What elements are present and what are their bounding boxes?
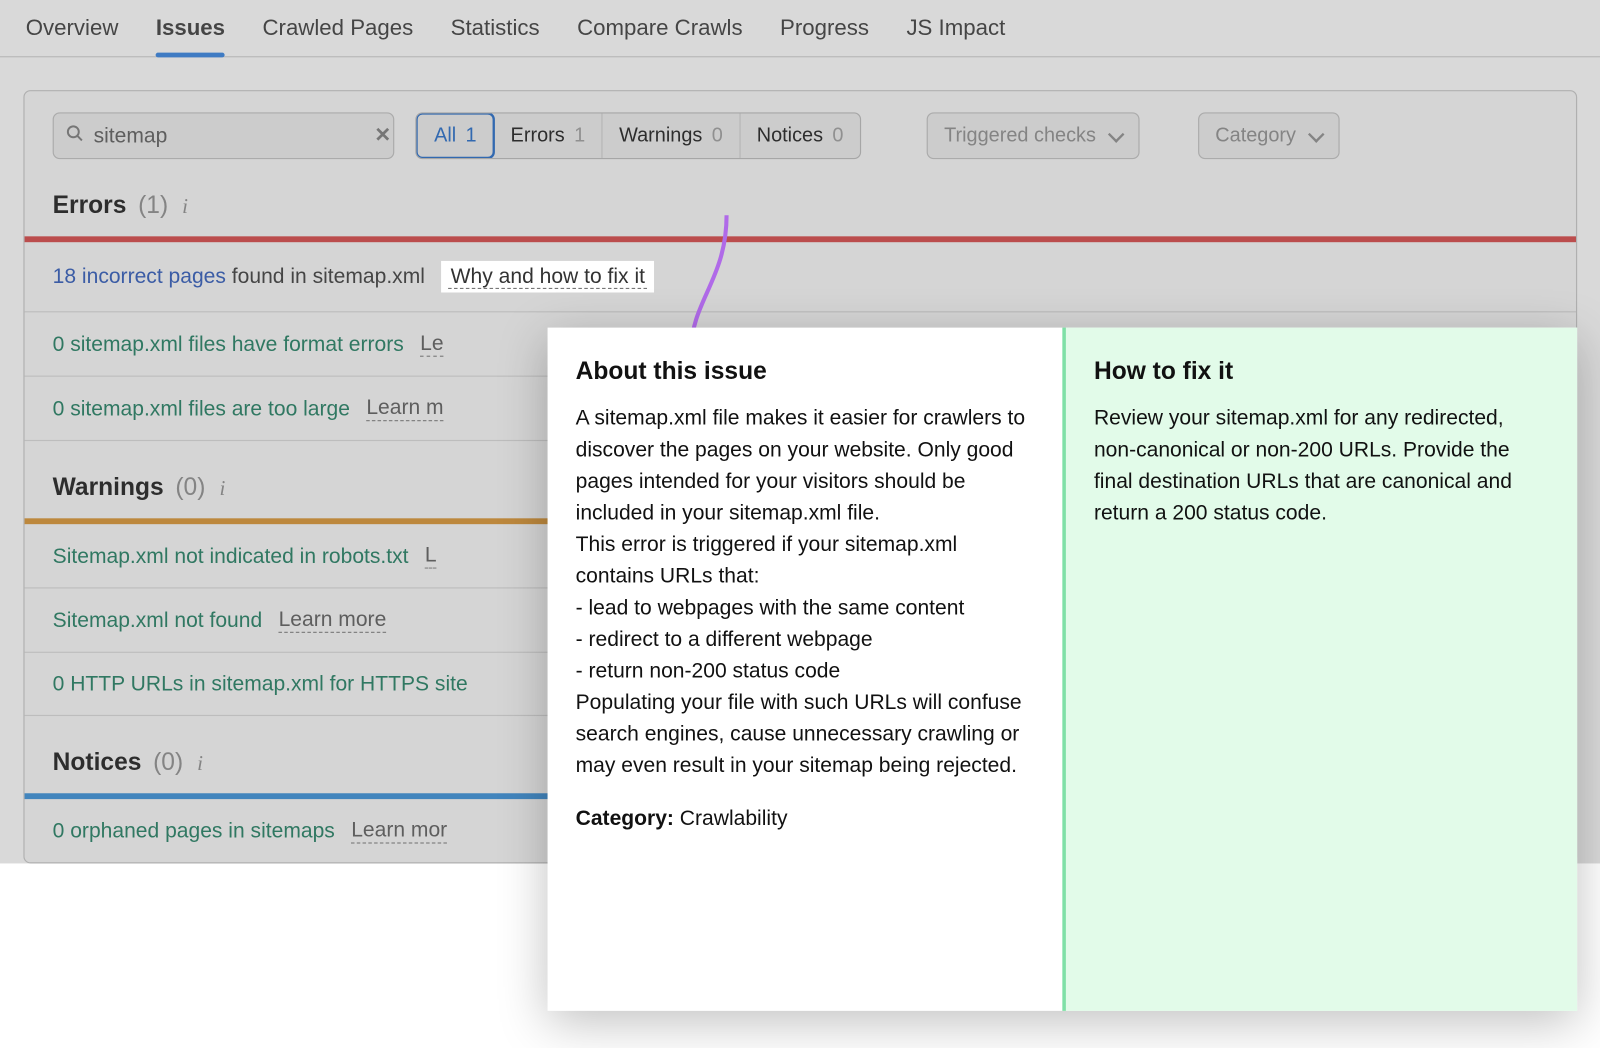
search-input[interactable]: [94, 123, 365, 148]
learn-more-link[interactable]: Learn mor: [351, 818, 447, 844]
tab-overview[interactable]: Overview: [26, 12, 119, 56]
tab-crawled-pages[interactable]: Crawled Pages: [262, 12, 413, 56]
issue-text[interactable]: 0 sitemap.xml files are too large: [53, 396, 350, 421]
issue-text[interactable]: 0 sitemap.xml files have format errors: [53, 332, 404, 357]
issue-text[interactable]: Sitemap.xml not found: [53, 608, 263, 633]
warnings-title: Warnings: [53, 474, 164, 502]
warnings-count: (0): [175, 474, 205, 502]
fix-body: Review your sitemap.xml for any redirect…: [1094, 402, 1549, 528]
tab-progress[interactable]: Progress: [780, 12, 869, 56]
clear-icon[interactable]: ✕: [374, 124, 391, 147]
notices-title: Notices: [53, 749, 142, 777]
fix-panel: How to fix it Review your sitemap.xml fo…: [1062, 328, 1577, 1011]
info-icon[interactable]: i: [219, 476, 225, 501]
notices-count: (0): [153, 749, 183, 777]
issue-text[interactable]: 0 HTTP URLs in sitemap.xml for HTTPS sit…: [53, 672, 468, 697]
info-icon[interactable]: i: [182, 194, 188, 219]
tab-issues[interactable]: Issues: [156, 12, 225, 56]
chevron-down-icon: [1108, 129, 1122, 143]
about-body: A sitemap.xml file makes it easier for c…: [576, 402, 1035, 781]
learn-more-link[interactable]: Le: [420, 331, 443, 357]
errors-title: Errors: [53, 192, 127, 220]
nav-tabs: Overview Issues Crawled Pages Statistics Com…: [0, 0, 1600, 57]
search-box[interactable]: ✕: [53, 112, 395, 159]
triggered-checks-label: Triggered checks: [944, 124, 1096, 147]
why-and-how-link[interactable]: Why and how to fix it: [448, 264, 647, 289]
category-line: Category: Crawlability: [576, 802, 1035, 834]
filter-seg-all[interactable]: All1: [415, 112, 495, 159]
issue-row[interactable]: 18 incorrect pages found in sitemap.xml …: [25, 242, 1576, 312]
about-panel: About this issue A sitemap.xml file make…: [548, 328, 1063, 1011]
issue-explanation-popup: About this issue A sitemap.xml file make…: [548, 328, 1578, 1011]
about-title: About this issue: [576, 353, 1035, 390]
filter-seg-warnings[interactable]: Warnings0: [603, 113, 741, 157]
learn-more-link[interactable]: Learn more: [279, 607, 387, 633]
chevron-down-icon: [1308, 129, 1322, 143]
fix-title: How to fix it: [1094, 353, 1549, 390]
errors-count: (1): [138, 192, 168, 220]
category-label: Category: [1215, 124, 1296, 147]
search-icon: [66, 123, 85, 148]
filter-seg-notices[interactable]: Notices0: [740, 113, 860, 157]
category-label: Category:: [576, 806, 674, 829]
learn-more-link[interactable]: Learn m: [366, 395, 443, 421]
filter-row: ✕ All1Errors1Warnings0Notices0 Triggered…: [25, 91, 1576, 159]
issue-text[interactable]: Sitemap.xml not indicated in robots.txt: [53, 543, 409, 568]
tab-js-impact[interactable]: JS Impact: [906, 12, 1005, 56]
tab-compare-crawls[interactable]: Compare Crawls: [577, 12, 743, 56]
tab-statistics[interactable]: Statistics: [451, 12, 540, 56]
filter-seg-errors[interactable]: Errors1: [494, 113, 603, 157]
triggered-checks-dropdown[interactable]: Triggered checks: [927, 112, 1140, 159]
category-dropdown[interactable]: Category: [1198, 112, 1340, 159]
why-fix-highlight: Why and how to fix it: [441, 261, 654, 293]
filter-segments: All1Errors1Warnings0Notices0: [415, 112, 861, 159]
issue-text: found in sitemap.xml: [232, 264, 425, 287]
errors-header: Errors (1) i: [25, 159, 1576, 236]
issue-link[interactable]: 18 incorrect pages: [53, 264, 226, 287]
issue-text[interactable]: 0 orphaned pages in sitemaps: [53, 818, 335, 843]
info-icon[interactable]: i: [197, 751, 203, 776]
learn-more-link[interactable]: L: [425, 543, 437, 569]
category-value: Crawlability: [680, 806, 788, 829]
